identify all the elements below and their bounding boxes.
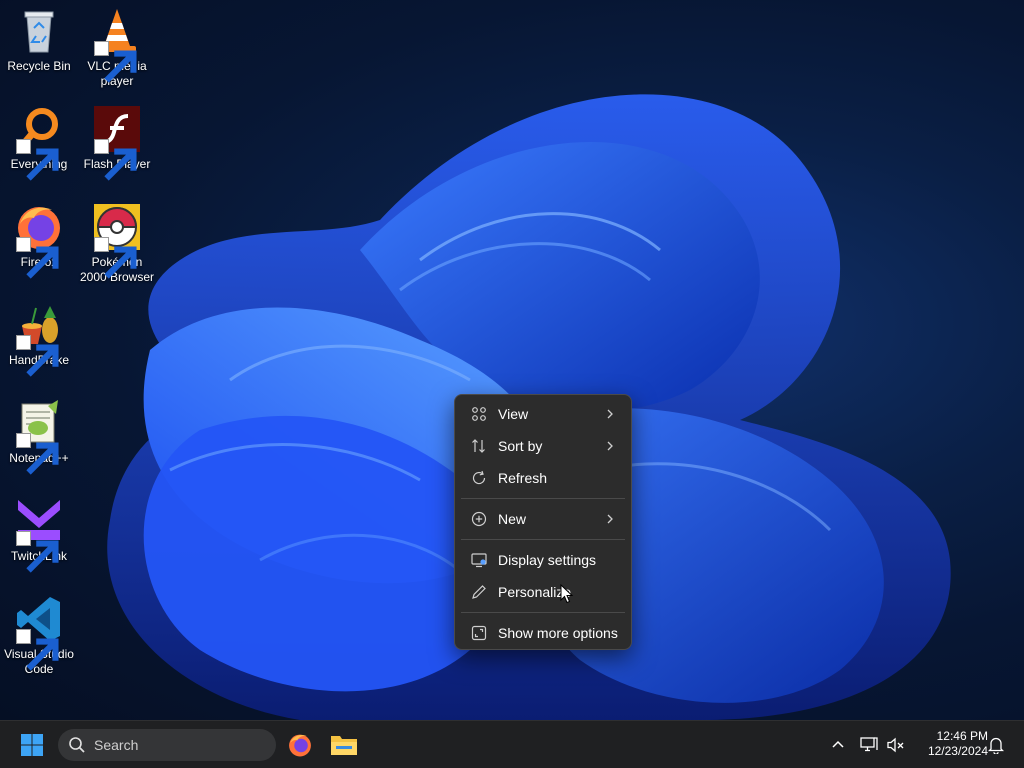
menu-item-label: View <box>498 406 529 422</box>
taskbar-app-firefox[interactable] <box>282 727 318 763</box>
desktop-icon-vlc[interactable]: VLC media player <box>78 6 156 89</box>
menu-item-sort-by[interactable]: Sort by <box>460 431 626 461</box>
plus-circle-icon <box>471 511 487 527</box>
folder-icon <box>331 736 357 755</box>
clock-time: 12:46 PM <box>936 729 988 743</box>
sort-icon <box>472 439 485 453</box>
firefox-icon <box>289 734 311 757</box>
menu-separator <box>461 539 625 540</box>
menu-item-label: Display settings <box>498 552 597 568</box>
menu-item-display-settings[interactable]: Display settings <box>460 545 626 575</box>
chevron-right-icon <box>607 409 613 419</box>
taskbar-app-file-explorer[interactable] <box>326 727 362 763</box>
desktop-icon-recycle-bin[interactable]: Recycle Bin <box>0 6 78 74</box>
shortcut-arrow-icon <box>16 335 59 377</box>
desktop[interactable]: Recycle Bin VLC media player Everything <box>0 0 1024 720</box>
shortcut-arrow-icon <box>16 139 59 181</box>
refresh-icon <box>472 470 486 485</box>
volume-muted-icon <box>887 737 904 753</box>
menu-separator <box>461 612 625 613</box>
menu-item-personalize[interactable]: Personalize <box>460 577 626 607</box>
menu-item-refresh[interactable]: Refresh <box>460 463 626 493</box>
taskbar: Search 12:46 PM 12/23/2024 <box>0 720 1024 768</box>
menu-separator <box>461 498 625 499</box>
start-button[interactable] <box>12 727 52 763</box>
bell-icon <box>988 737 1004 754</box>
pen-icon <box>472 585 486 599</box>
search-icon <box>69 737 85 753</box>
desktop-icon-twitchlink[interactable]: TwitchLink <box>0 496 78 573</box>
desktop-icon-vscode[interactable]: Visual Studio Code <box>0 594 78 677</box>
tray-overflow-button[interactable] <box>826 731 850 759</box>
desktop-icon-firefox[interactable]: Firefox <box>0 202 78 279</box>
windows-logo-icon <box>21 734 43 756</box>
shortcut-arrow-icon <box>94 237 137 279</box>
search-placeholder: Search <box>94 737 139 753</box>
desktop-icon-notepad-plus-plus[interactable]: Notepad++ <box>0 398 78 475</box>
network-icon <box>860 737 878 752</box>
menu-item-new[interactable]: New <box>460 504 626 534</box>
shortcut-arrow-icon <box>94 41 137 83</box>
recycle-bin-icon <box>24 11 54 53</box>
chevron-right-icon <box>607 441 613 451</box>
desktop-context-menu: View Sort by Refresh New Display setting… <box>454 394 632 650</box>
chevron-up-icon <box>832 740 844 748</box>
shortcut-arrow-icon <box>16 433 59 475</box>
tray-volume-button[interactable] <box>884 731 908 759</box>
shortcut-arrow-icon <box>94 139 137 181</box>
notifications-button[interactable] <box>984 731 1008 759</box>
desktop-icon-flash-player[interactable]: Flash Player <box>78 104 156 181</box>
menu-item-label: Show more options <box>498 625 618 641</box>
menu-item-label: New <box>498 511 527 527</box>
clock-date: 12/23/2024 <box>927 744 988 758</box>
desktop-icon-pokemon-browser[interactable]: Pokémon 2000 Browser <box>78 202 156 285</box>
menu-item-show-more-options[interactable]: Show more options <box>460 618 626 648</box>
shortcut-arrow-icon <box>16 629 59 671</box>
menu-item-view[interactable]: View <box>460 399 626 429</box>
shortcut-arrow-icon <box>16 237 59 279</box>
grid-icon <box>472 407 486 421</box>
desktop-icon-handbrake[interactable]: HandBrake <box>0 300 78 377</box>
menu-item-label: Refresh <box>498 470 548 486</box>
menu-item-label: Sort by <box>498 438 543 454</box>
expand-icon <box>471 625 487 641</box>
taskbar-search-box[interactable]: Search <box>58 729 276 761</box>
mouse-cursor-icon <box>560 584 574 604</box>
taskbar-clock[interactable]: 12:46 PM 12/23/2024 <box>912 729 988 761</box>
display-icon <box>471 553 487 568</box>
shortcut-arrow-icon <box>16 531 59 573</box>
desktop-icon-everything[interactable]: Everything <box>0 104 78 181</box>
chevron-right-icon <box>607 514 613 524</box>
tray-network-button[interactable] <box>856 731 882 759</box>
desktop-icon-label: Recycle Bin <box>7 59 71 73</box>
